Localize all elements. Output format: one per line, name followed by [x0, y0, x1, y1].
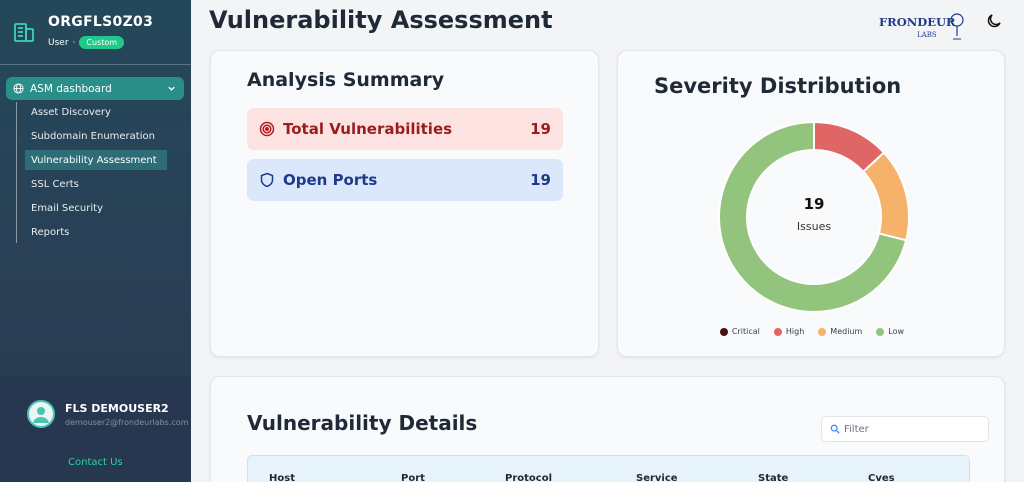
- org-name: ORGFLS0Z03: [48, 14, 154, 30]
- filter-input[interactable]: Filter: [821, 416, 989, 442]
- chevron-down-icon[interactable]: [167, 84, 176, 93]
- analysis-summary-title: Analysis Summary: [247, 69, 445, 91]
- open-ports-stat[interactable]: Open Ports 19: [247, 159, 563, 201]
- column-state[interactable]: State: [758, 473, 788, 482]
- legend-label: Low: [888, 327, 905, 336]
- donut-slice-medium[interactable]: [861, 151, 910, 242]
- legend-item-medium[interactable]: Medium: [818, 327, 862, 336]
- sidebar-item-reports[interactable]: Reports: [25, 222, 167, 242]
- legend-dot: [818, 327, 827, 336]
- legend-label: Critical: [731, 327, 760, 336]
- legend-dot: [876, 327, 885, 336]
- legend-label: High: [785, 327, 805, 336]
- org-role: User · Custom: [48, 36, 153, 49]
- legend-label: Medium: [830, 327, 863, 336]
- legend-dot: [719, 327, 728, 336]
- total-vulnerabilities-stat[interactable]: Total Vulnerabilities 19: [247, 108, 563, 150]
- donut-center-label: Issues: [797, 220, 831, 233]
- column-cves[interactable]: Cves: [868, 473, 895, 482]
- building-icon: [14, 23, 34, 42]
- filter-placeholder: Filter: [844, 423, 869, 435]
- page-title: Vulnerability Assessment: [209, 6, 553, 34]
- vulnerability-details-card: Vulnerability Details Filter Host Port P…: [210, 376, 1005, 482]
- nav-asm-dashboard[interactable]: ASM dashboard: [6, 77, 184, 100]
- total-vulnerabilities-label: Total Vulnerabilities: [283, 120, 453, 138]
- column-protocol[interactable]: Protocol: [505, 473, 552, 482]
- plan-badge: Custom: [79, 36, 125, 49]
- frondeur-labs-logo: FRONDEUR LABS: [879, 13, 964, 40]
- column-port[interactable]: Port: [401, 473, 425, 482]
- vulnerability-details-title: Vulnerability Details: [247, 411, 478, 435]
- nav-parent-label: ASM dashboard: [30, 82, 112, 95]
- legend-item-critical[interactable]: Critical: [719, 327, 760, 336]
- severity-distribution-title: Severity Distribution: [654, 74, 902, 98]
- user-name: FLS DEMOUSER2: [65, 402, 169, 415]
- target-icon: [259, 121, 275, 137]
- open-ports-value: 19: [530, 171, 551, 189]
- sidebar-divider: [0, 64, 191, 65]
- severity-donut-chart: 19 Issues: [718, 120, 910, 313]
- moon-icon[interactable]: [985, 12, 1003, 30]
- user-icon: [33, 407, 49, 423]
- legend-dot: [773, 327, 782, 336]
- severity-distribution-card: Severity Distribution 19 Issues Critical…: [617, 50, 1005, 357]
- sidebar-item-asset-discovery[interactable]: Asset Discovery: [25, 102, 167, 122]
- avatar[interactable]: [27, 400, 55, 428]
- sidebar-item-subdomain-enumeration[interactable]: Subdomain Enumeration: [25, 126, 167, 146]
- column-host[interactable]: Host: [269, 473, 295, 482]
- total-vulnerabilities-value: 19: [530, 120, 551, 138]
- org-header: ORGFLS0Z03 User · Custom: [12, 14, 153, 49]
- sidebar-item-ssl-certs[interactable]: SSL Certs: [25, 174, 167, 194]
- details-table-header: Host Port Protocol Service State Cves: [247, 455, 970, 482]
- sidebar-item-email-security[interactable]: Email Security: [25, 198, 167, 218]
- column-service[interactable]: Service: [636, 473, 678, 482]
- user-email: demouser2@frondeurlabs.com: [65, 418, 189, 427]
- severity-legend: Critical High Medium Low: [618, 327, 1006, 336]
- search-icon: [830, 424, 840, 434]
- sidebar-item-vulnerability-assessment[interactable]: Vulnerability Assessment: [25, 150, 167, 170]
- analysis-summary-card: Analysis Summary Total Vulnerabilities 1…: [210, 50, 599, 357]
- contact-us-link[interactable]: Contact Us: [68, 457, 123, 468]
- donut-center-value: 19: [804, 195, 825, 213]
- nav-tree-line: [16, 102, 17, 243]
- globe-icon: [13, 83, 24, 94]
- legend-item-high[interactable]: High: [773, 327, 805, 336]
- sidebar: ORGFLS0Z03 User · Custom ASM dashboard A…: [0, 0, 191, 482]
- logo-sub: LABS: [917, 31, 937, 39]
- main-content: Vulnerability Assessment FRONDEUR LABS A…: [191, 0, 1024, 482]
- legend-item-low[interactable]: Low: [876, 327, 904, 336]
- shield-icon: [260, 172, 274, 188]
- open-ports-label: Open Ports: [283, 171, 378, 189]
- logo-text: FRONDEUR: [879, 15, 956, 29]
- role-label: User: [48, 37, 69, 48]
- role-separator: ·: [72, 37, 76, 48]
